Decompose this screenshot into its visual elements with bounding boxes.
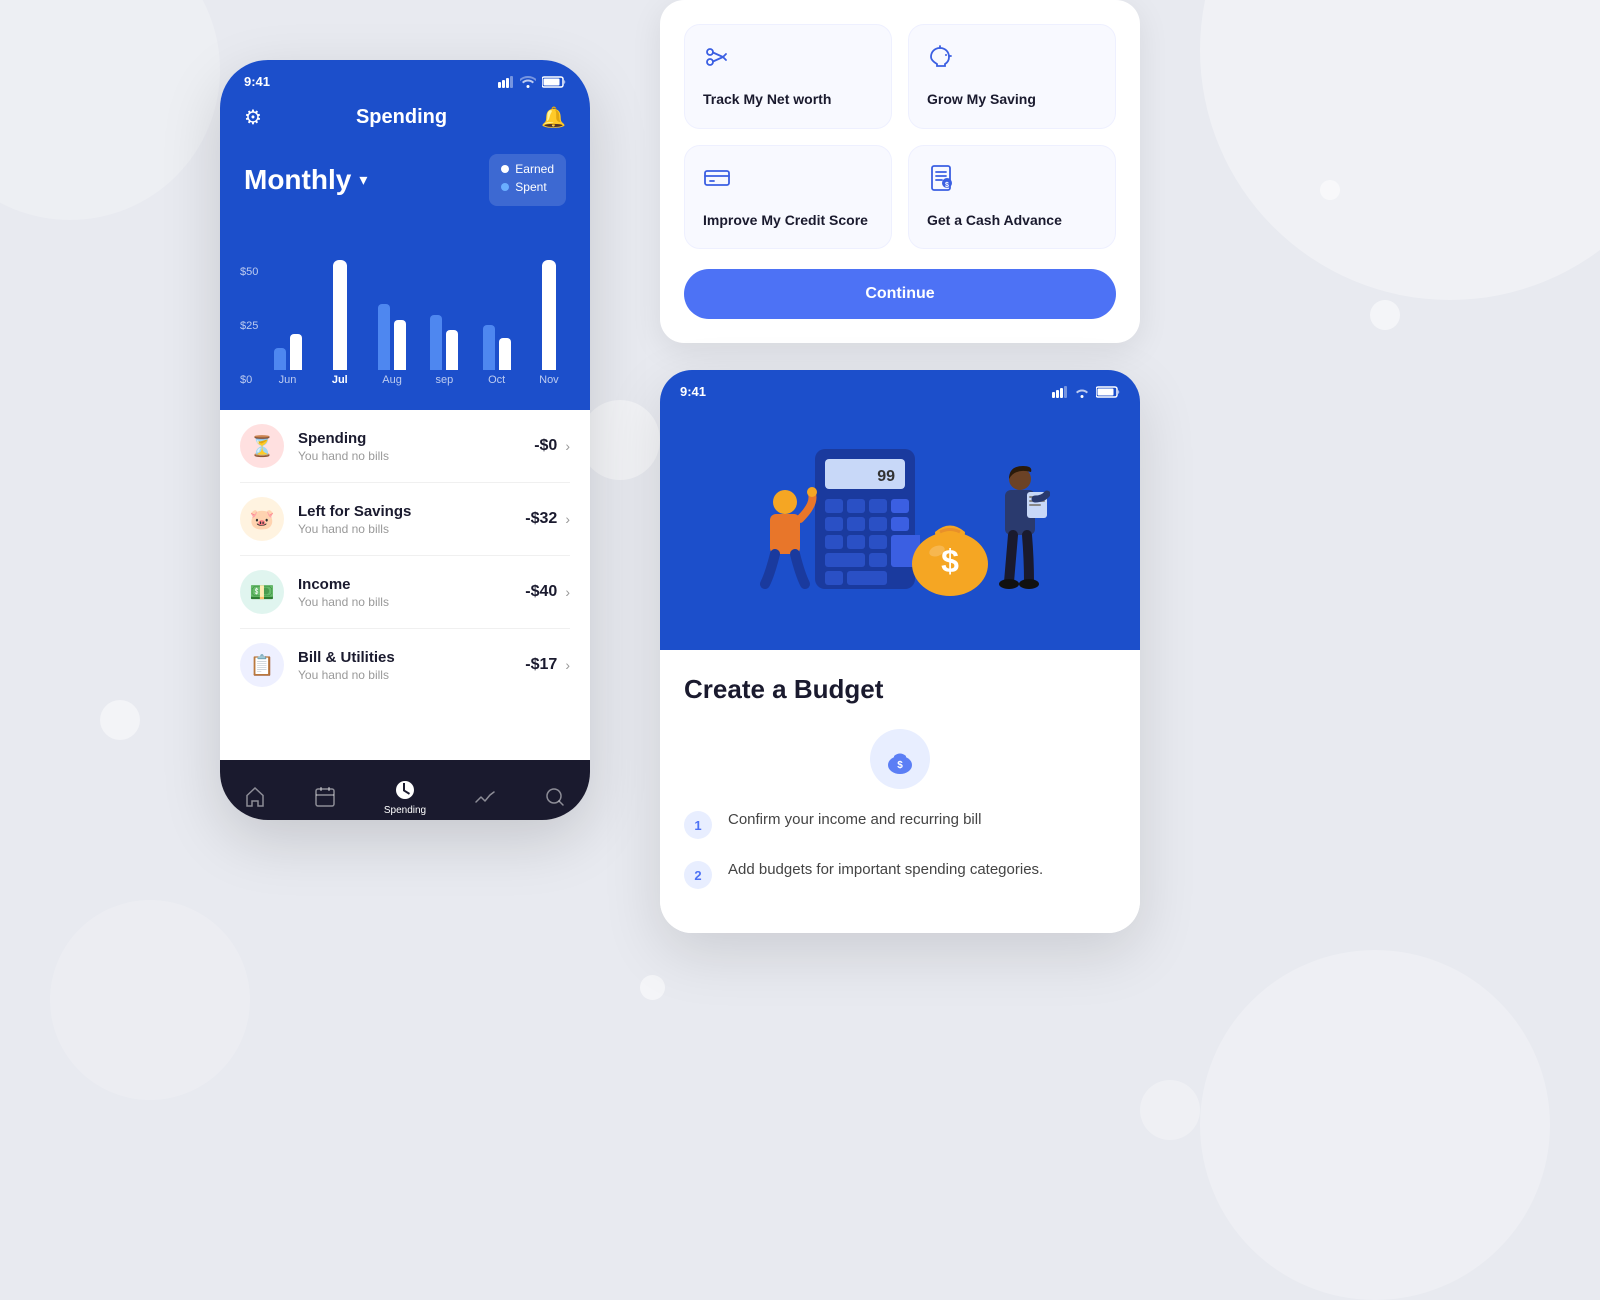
y-label-25: $25 [240,320,258,332]
bag-icon: $ [884,743,916,775]
spent-legend: Spent [501,180,554,194]
step-1-text: Confirm your income and recurring bill [728,809,981,832]
phone-left: 9:41 [220,60,590,820]
settings-icon[interactable]: ⚙ [244,105,262,130]
monthly-label[interactable]: Monthly ▾ [244,164,367,196]
income-icon: 💵 [240,570,284,614]
goals-card: Track My Net worth Grow My Saving Impro [660,0,1140,343]
svg-text:$: $ [897,760,903,771]
time-right: 9:41 [680,384,706,399]
status-icons-right [1052,386,1120,398]
goal-credit[interactable]: Improve My Credit Score [684,145,892,250]
search-icon-nav [544,786,566,808]
y-label-50: $50 [240,266,258,278]
phone-right-header: 9:41 [660,370,1140,650]
expense-bills[interactable]: 📋 Bill & Utilities You hand no bills -$1… [240,629,570,701]
dropdown-icon: ▾ [359,170,367,190]
status-bar-right: 9:41 [660,370,1140,399]
expense-savings[interactable]: 🐷 Left for Savings You hand no bills -$3… [240,483,570,556]
status-icons-left [498,76,566,88]
chart: $50 $25 $0 Jun [240,246,570,386]
step-1: 1 Confirm your income and recurring bill [684,809,1116,839]
illustration: 99 [660,399,1140,599]
time-left: 9:41 [244,74,270,89]
nav-trends[interactable] [474,786,496,808]
goal-networth[interactable]: Track My Net worth [684,24,892,129]
bar-jun: Jun [266,260,308,386]
income-info: Income You hand no bills [298,576,525,609]
bills-info: Bill & Utilities You hand no bills [298,649,525,682]
nav-bar-left: ⚙ Spending 🔔 [244,97,566,146]
credit-card-icon [703,164,873,199]
chart-section: $50 $25 $0 Jun [220,236,590,410]
nav-calendar[interactable] [314,786,336,808]
legend-box: Earned Spent [489,154,566,206]
bar-jul: Jul [319,260,361,386]
calculator: 99 [810,444,920,599]
savings-info: Left for Savings You hand no bills [298,503,525,536]
bills-icon: 📋 [240,643,284,687]
signal-icon [498,76,514,88]
phone-body: ⏳ Spending You hand no bills -$0 › 🐷 Lef… [220,390,590,760]
step-2-text: Add budgets for important spending categ… [728,859,1043,882]
chevron-income: › [565,584,570,600]
budget-title: Create a Budget [684,674,1116,705]
spending-nav-icon [394,779,416,801]
spending-icon: ⏳ [240,424,284,468]
spending-title: Spending [356,106,447,129]
continue-button[interactable]: Continue [684,269,1116,319]
expense-spending[interactable]: ⏳ Spending You hand no bills -$0 › [240,410,570,483]
budget-icon-center: $ [684,729,1116,789]
status-bar-left: 9:41 [244,60,566,97]
bars-container: Jun Jul Aug [266,246,570,386]
bar-oct: Oct [475,260,517,386]
svg-text:$: $ [945,182,949,189]
bar-nov: Nov [528,260,570,386]
monthly-row: Monthly ▾ Earned Spent [244,154,566,206]
home-icon [244,786,266,808]
step-2-num: 2 [684,861,712,889]
spending-nav-label: Spending [384,805,426,816]
piggy-icon [927,43,1097,78]
chevron-savings: › [565,511,570,527]
goal-saving[interactable]: Grow My Saving [908,24,1116,129]
y-labels: $50 $25 $0 [240,266,258,386]
phone-right: 9:41 [660,370,1140,933]
doc-dollar-icon: $ [927,164,1097,199]
chevron-bills: › [565,657,570,673]
wifi-icon-right [1074,386,1090,398]
nav-home[interactable] [244,786,266,808]
spent-dot [501,183,509,191]
budget-bag-icon: $ [870,729,930,789]
bar-sep: sep [423,260,465,386]
step-1-num: 1 [684,811,712,839]
y-label-0: $0 [240,374,258,386]
svg-text:99: 99 [877,468,895,485]
signal-icon-right [1052,386,1068,398]
bell-icon[interactable]: 🔔 [541,105,566,130]
nav-search[interactable] [544,786,566,808]
chevron-spending: › [565,438,570,454]
bottom-nav: Spending [220,760,590,820]
battery-icon-left [542,76,566,88]
money-bag-illus: $ [905,499,995,604]
expense-income[interactable]: 💵 Income You hand no bills -$40 › [240,556,570,629]
trends-icon [474,786,496,808]
battery-icon-right [1096,386,1120,398]
earned-legend: Earned [501,162,554,176]
calendar-icon [314,786,336,808]
goals-grid: Track My Net worth Grow My Saving Impro [684,24,1116,249]
wifi-icon-left [520,76,536,88]
spending-info: Spending You hand no bills [298,430,534,463]
person-left [750,484,820,599]
savings-icon: 🐷 [240,497,284,541]
goal-cash[interactable]: $ Get a Cash Advance [908,145,1116,250]
phone-right-body: Create a Budget $ 1 Confirm your income … [660,650,1140,933]
nav-spending[interactable]: Spending [384,779,426,816]
scissors-icon [703,43,873,78]
earned-dot [501,165,509,173]
step-2: 2 Add budgets for important spending cat… [684,859,1116,889]
bar-aug: Aug [371,260,413,386]
